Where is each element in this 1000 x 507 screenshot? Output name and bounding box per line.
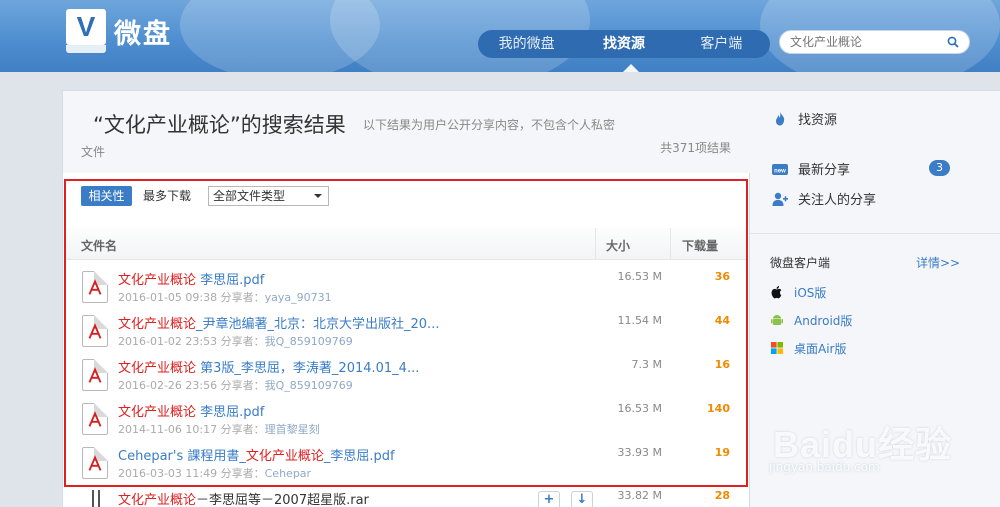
count-badge: 3 [929,160,950,176]
nav-client[interactable]: 客户端 [673,30,770,58]
nav-find-resources[interactable]: 找资源 [575,30,672,58]
download-button[interactable]: ↓ [571,491,593,507]
nav-my-disk[interactable]: 我的微盘 [478,30,575,58]
search-box [779,30,970,54]
sidebar-item-label: 关注人的分享 [798,193,877,208]
client-air-link[interactable]: 桌面Air版 [770,340,846,357]
new-badge-icon: new [772,164,788,175]
client-label: Android版 [794,314,853,328]
sidebar-divider [750,233,1000,234]
logo-letter: V [66,9,106,45]
sidebar-item-latest[interactable]: new 最新分享 [772,159,850,178]
sidebar-item-following[interactable]: 关注人的分享 [772,189,876,208]
logo-icon[interactable]: V [66,9,106,53]
page-subtitle: 以下结果为用户公开分享内容，不包含个人私密 [363,118,616,132]
results-header: “文化产业概论”的搜索结果 以下结果为用户公开分享内容，不包含个人私密 文件 共… [63,91,751,173]
highlight-frame [64,179,748,487]
sidebar-item-label: 最新分享 [798,163,851,178]
watermark-url: jingyan.baidu.com [769,460,880,474]
windows-icon [771,342,783,354]
user-add-icon [772,192,788,206]
sidebar-item-label: 找资源 [798,113,838,128]
client-section-label: 微盘客户端 [770,256,831,270]
svg-text:new: new [774,169,786,175]
file-name-link[interactable]: 文化产业概论－李思屈等－2007超星版.rar [118,489,369,507]
logo-text[interactable]: 微盘 [114,12,172,51]
download-count: 28 [714,489,730,502]
file-name-highlight: 文化产业概论 [118,493,197,507]
client-details-link[interactable]: 详情>> [916,254,960,271]
file-size: 33.82 M [617,489,662,502]
search-input[interactable] [790,34,940,50]
client-android-link[interactable]: Android版 [770,312,852,329]
baidu-watermark: Baidu经验 jingyan.baidu.com [765,400,965,490]
save-to-disk-button[interactable]: + [538,491,560,507]
main-nav: 我的微盘 找资源 客户端 [478,30,770,58]
logo-base [66,45,106,53]
table-row[interactable]: 文化产业概论－李思屈等－2007超星版.rar + ↓ 33.82 M 28 [66,487,746,507]
sidebar-item-find-resources[interactable]: 找资源 [772,109,837,128]
nav-active-pointer [623,64,639,72]
apple-icon [771,286,782,299]
client-label: iOS版 [794,286,827,300]
search-icon[interactable] [947,36,959,48]
flame-icon [776,112,785,126]
category-label: 文件 [81,145,106,159]
archive-file-icon [92,490,100,507]
file-name-rest: －李思屈等－2007超星版.rar [196,493,369,507]
top-header: V 微盘 我的微盘 找资源 客户端 [0,0,1000,72]
android-icon [771,315,783,325]
page-title: “文化产业概论”的搜索结果 [93,113,346,137]
client-ios-link[interactable]: iOS版 [770,284,826,301]
client-label: 桌面Air版 [794,342,847,356]
result-count: 共371项结果 [660,141,731,155]
